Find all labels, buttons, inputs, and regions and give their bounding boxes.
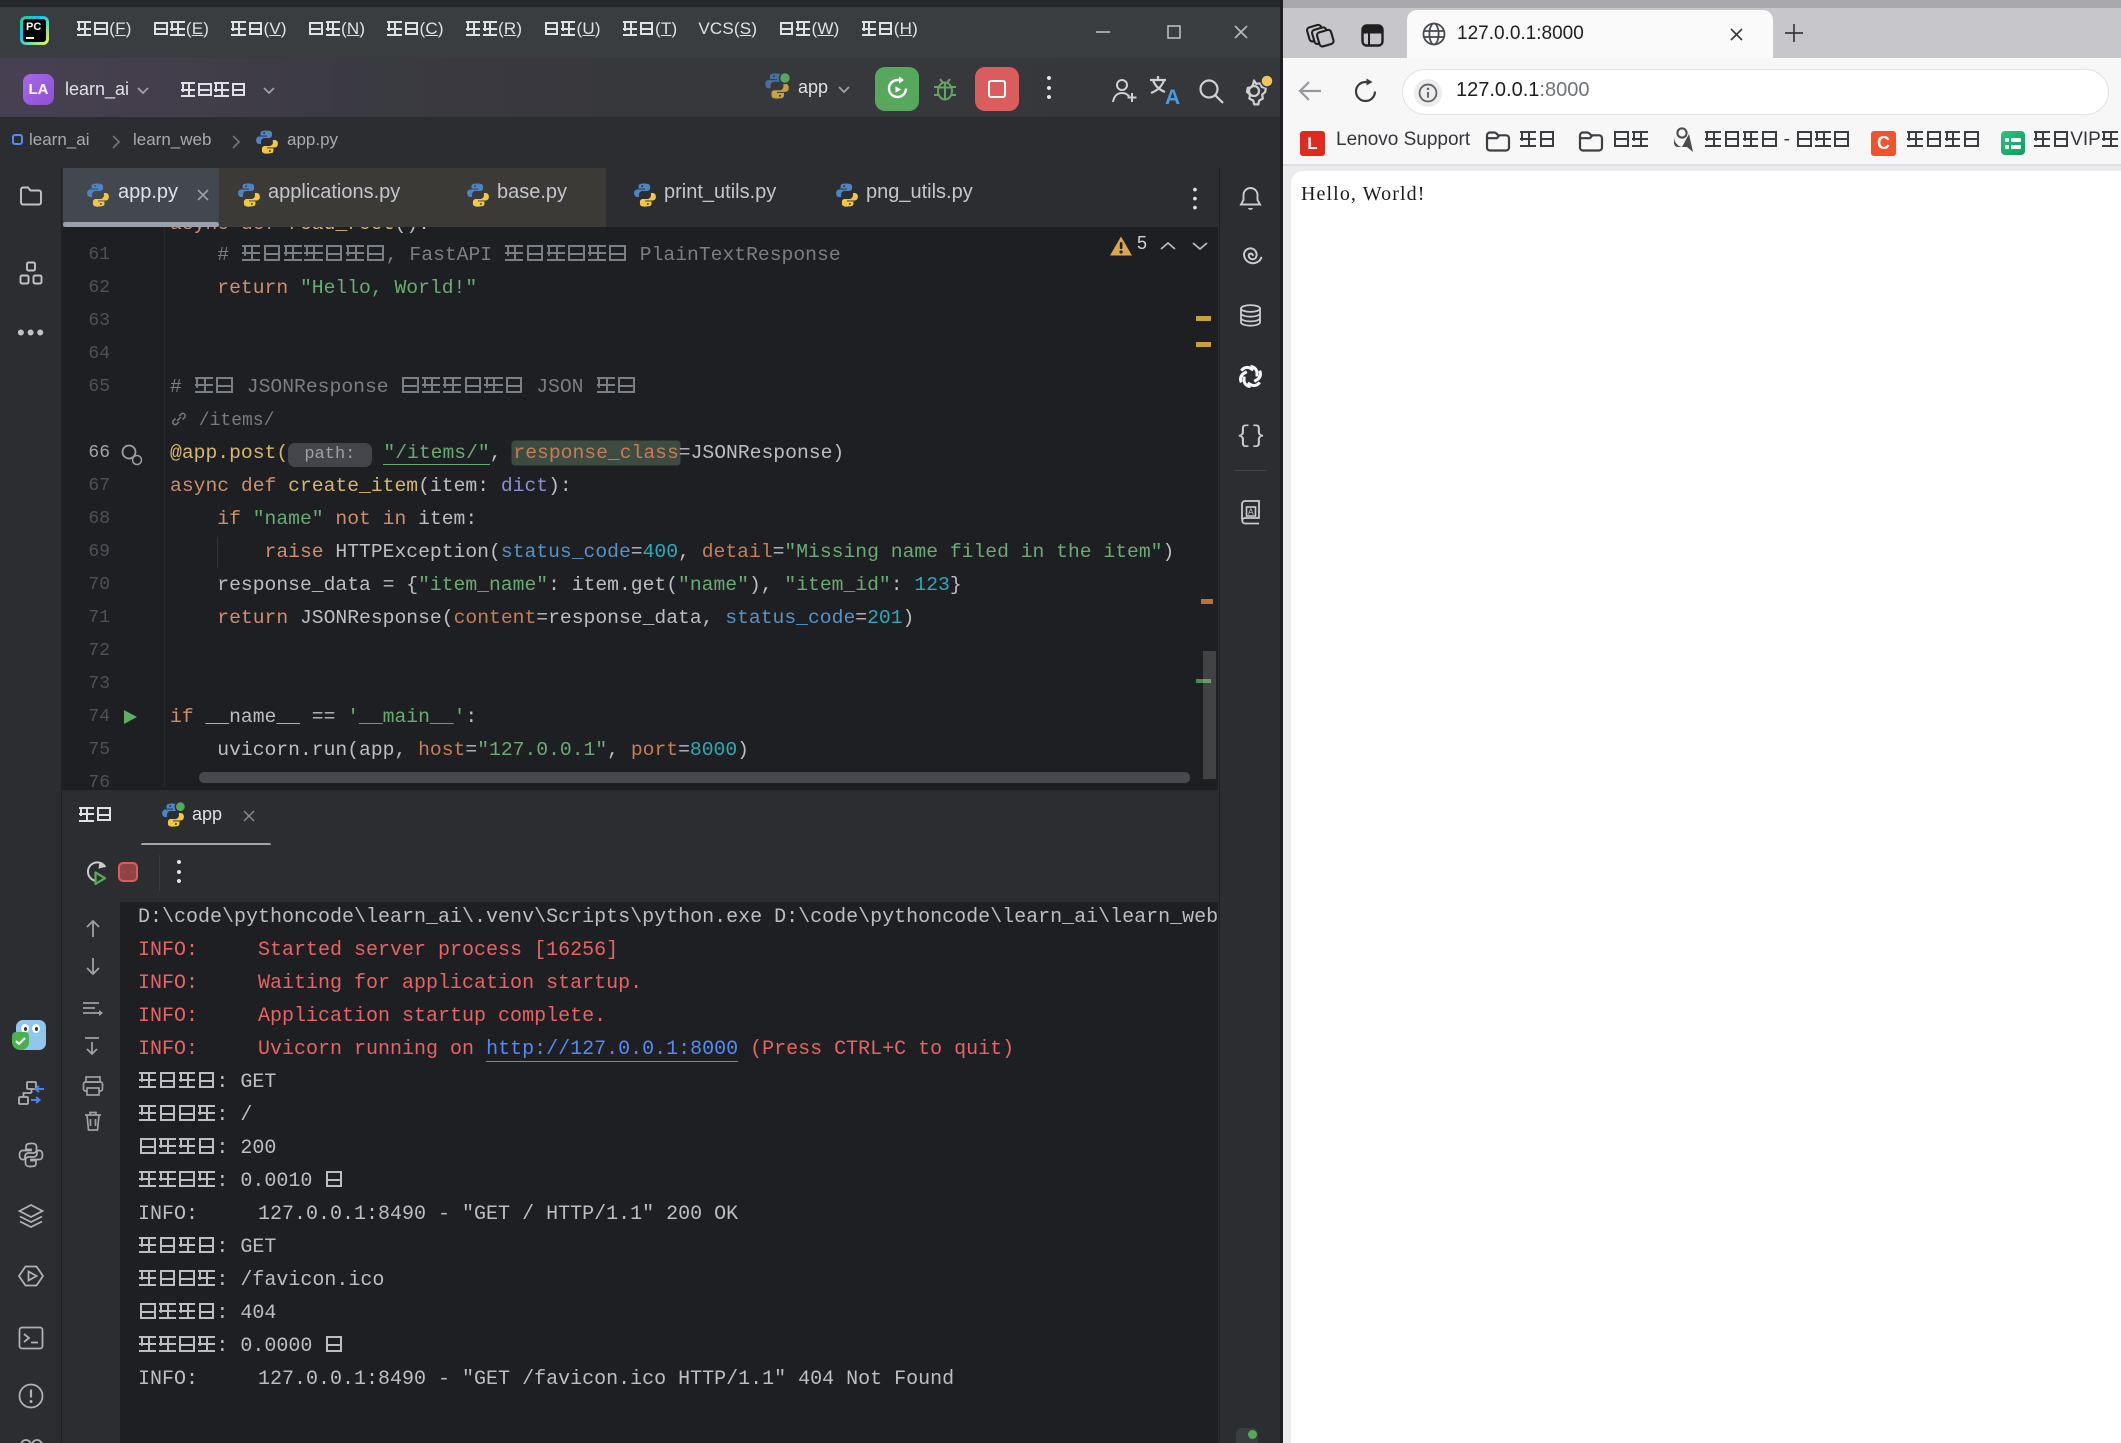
svg-text:A: A xyxy=(1248,507,1254,517)
svg-text:A: A xyxy=(1165,86,1180,106)
